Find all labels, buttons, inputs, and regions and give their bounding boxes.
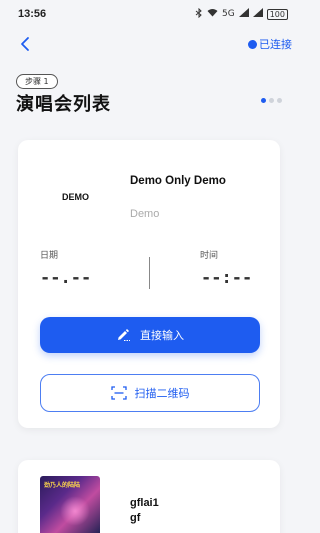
connection-dot-icon [248,39,257,49]
time-value: --:-- [201,268,253,288]
scan-qr-label: 扫描二维码 [134,387,190,400]
date-value: --.-- [40,268,92,288]
page-indicator [261,98,282,103]
status-time: 13:56 [18,8,47,20]
page-dot-active [261,98,266,103]
concert-name: Demo Only Demo [130,175,226,187]
connection-label: 已连接 [259,38,292,51]
bluetooth-icon [195,7,203,21]
connection-status[interactable]: 已连接 [248,36,292,52]
page-dot [269,98,274,103]
signal-icon [238,8,249,20]
wifi-icon [207,8,218,20]
scan-icon [110,386,127,400]
concert-thumbnail: 劲乃人的陆陆 [40,476,100,533]
concert-artist: Demo [130,208,160,220]
status-bar: 13:56 5G 100 [0,0,300,28]
nav-bar: 已连接 [0,30,300,58]
scan-qr-button[interactable]: 扫描二维码 [40,374,260,412]
concert-name-2: gflai1 gf [130,497,159,524]
network-type: 5G [222,9,235,19]
status-icons: 5G 100 [195,7,288,21]
date-label: 日期 [40,251,59,261]
page-dot [277,98,282,103]
direct-input-button[interactable]: 直接输入 [40,317,260,353]
concert-logo: DEMO [62,192,89,202]
signal-icon-2 [252,8,263,20]
direct-input-label: 直接输入 [140,329,184,342]
concert-card[interactable]: DEMO Demo Only Demo Demo 日期 --.-- 时间 --:… [18,140,280,428]
step-badge: 步骤 1 [16,74,58,89]
time-label: 时间 [200,251,219,261]
concert-card-2[interactable]: 劲乃人的陆陆 gflai1 gf [18,460,280,533]
chevron-left-icon [21,37,29,51]
page-title: 演唱会列表 [16,94,111,115]
back-button[interactable] [14,33,36,55]
edit-icon [118,329,130,341]
battery-indicator: 100 [266,8,288,20]
divider [149,257,150,289]
thumbnail-text: 劲乃人的陆陆 [44,482,81,489]
thumbnail-glow [60,496,90,526]
